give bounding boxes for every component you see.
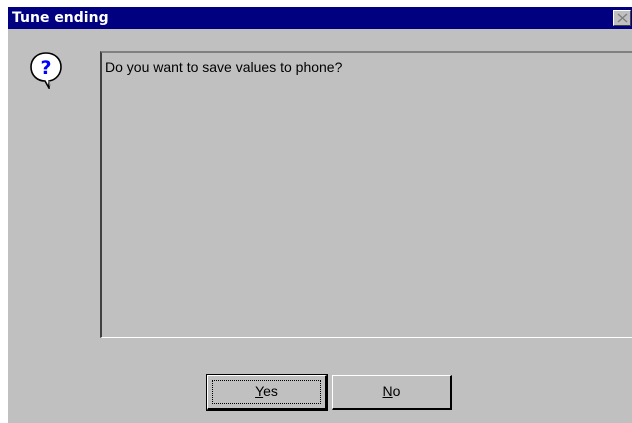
question-icon: ? xyxy=(30,52,62,89)
no-mnemonic: N xyxy=(382,383,393,399)
yes-button[interactable]: Yes xyxy=(206,374,328,411)
window-title: Tune ending xyxy=(12,10,109,26)
no-button[interactable]: No xyxy=(332,375,452,410)
dialog-client-area: ? Do you want to save values to phone? Y… xyxy=(8,29,632,423)
title-bar[interactable]: Tune ending xyxy=(8,7,632,29)
yes-button-label: Yes xyxy=(255,383,278,399)
tune-ending-dialog: Tune ending ? Do you want to save values… xyxy=(0,0,632,423)
no-label-rest: o xyxy=(392,383,401,399)
no-button-label: No xyxy=(383,383,401,399)
svg-text:?: ? xyxy=(40,57,51,79)
message-text: Do you want to save values to phone? xyxy=(105,59,343,75)
message-box: Do you want to save values to phone? xyxy=(100,51,632,338)
yes-mnemonic: Y xyxy=(255,383,264,399)
yes-label-rest: es xyxy=(263,383,278,399)
close-icon xyxy=(617,13,628,23)
close-button[interactable] xyxy=(613,10,631,26)
